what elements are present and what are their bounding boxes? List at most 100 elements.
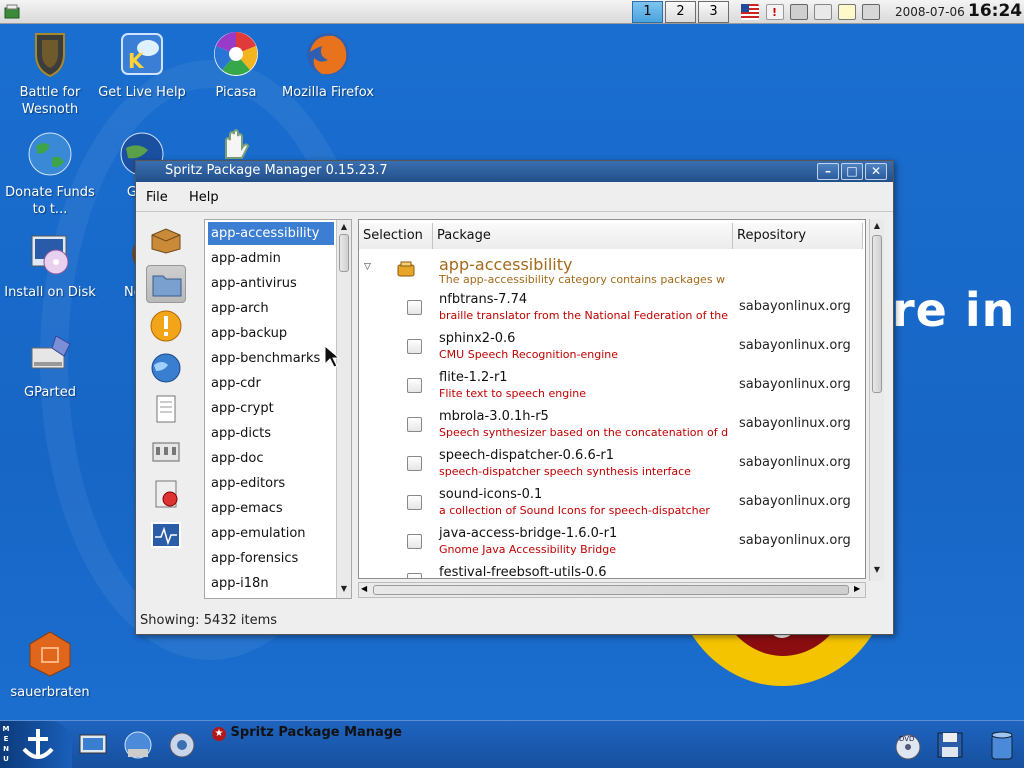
workspace-3[interactable]: 3	[698, 1, 729, 23]
workspace-2[interactable]: 2	[665, 1, 696, 23]
svg-text:K: K	[128, 49, 145, 73]
category-item[interactable]: app-forensics	[208, 547, 334, 570]
package-checkbox[interactable]	[407, 417, 422, 432]
view-updates-button[interactable]	[146, 307, 186, 345]
view-monitor-button[interactable]	[146, 517, 186, 555]
show-desktop-icon[interactable]	[78, 729, 110, 761]
desktop-icon-donate[interactable]: Donate Funds to t...	[2, 130, 98, 218]
desktop-icon-live-help[interactable]: K Get Live Help	[94, 30, 190, 101]
package-row[interactable]: sound-icons-0.1 a collection of Sound Ic…	[359, 485, 865, 524]
desktop-icon-label: Mozilla Firefox	[282, 85, 374, 100]
category-item[interactable]: app-emulation	[208, 522, 334, 545]
scroll-right-arrow-icon[interactable]: ▶	[854, 584, 860, 593]
desktop-icon-sauerbraten[interactable]: sauerbraten	[2, 630, 98, 701]
category-item[interactable]: app-cdr	[208, 372, 334, 395]
package-row[interactable]: festival-freebsoft-utils-0.6	[359, 563, 865, 578]
package-hscrollbar[interactable]: ◀ ▶	[358, 582, 866, 598]
category-scrollbar[interactable]: ▲ ▼	[336, 220, 351, 598]
package-name: flite-1.2-r1	[439, 370, 508, 385]
package-row[interactable]: speech-dispatcher-0.6.6-r1 speech-dispat…	[359, 446, 865, 485]
package-name: mbrola-3.0.1h-r5	[439, 409, 549, 424]
scroll-up-arrow-icon[interactable]: ▲	[339, 222, 349, 231]
category-item[interactable]: app-arch	[208, 297, 334, 320]
dvd-drive-icon[interactable]: DVD	[892, 729, 924, 761]
column-header-selection[interactable]: Selection	[359, 223, 433, 249]
package-row[interactable]: java-access-bridge-1.6.0-r1 Gnome Java A…	[359, 524, 865, 563]
mouse-cursor-icon	[324, 344, 341, 373]
settings-gear-icon[interactable]	[166, 729, 198, 761]
column-header-repository[interactable]: Repository	[733, 223, 863, 249]
package-checkbox[interactable]	[407, 339, 422, 354]
category-item[interactable]: app-doc	[208, 447, 334, 470]
window-title: Spritz Package Manager 0.15.23.7	[165, 163, 388, 178]
desktop-icon-gparted[interactable]: GParted	[2, 330, 98, 401]
desktop-icon-install[interactable]: Install on Disk	[2, 230, 98, 301]
package-row[interactable]: flite-1.2-r1 Flite text to speech engine…	[359, 368, 865, 407]
package-description: a collection of Sound Icons for speech-d…	[439, 504, 710, 517]
taskbar-item-spritz[interactable]: ★ Spritz Package Manage	[212, 725, 402, 747]
firefox-icon	[304, 30, 352, 78]
scroll-left-arrow-icon[interactable]: ◀	[361, 584, 367, 593]
panel-launcher-icon[interactable]	[4, 3, 22, 21]
category-item[interactable]: app-i18n	[208, 572, 334, 595]
view-queue-button[interactable]	[146, 391, 186, 429]
package-checkbox[interactable]	[407, 300, 422, 315]
trash-can-icon[interactable]	[986, 729, 1018, 761]
view-categories-button[interactable]	[146, 265, 186, 303]
package-scrollbar[interactable]: ▲ ▼	[869, 219, 884, 581]
expander-arrow-icon[interactable]: ▽	[364, 262, 371, 272]
package-checkbox[interactable]	[407, 573, 422, 578]
lock-icon[interactable]	[790, 4, 808, 20]
category-item[interactable]: app-backup	[208, 322, 334, 345]
desktop-icon-picasa[interactable]: Picasa	[188, 30, 284, 101]
package-checkbox[interactable]	[407, 456, 422, 471]
category-item[interactable]: app-dicts	[208, 422, 334, 445]
column-header-package[interactable]: Package	[433, 223, 733, 249]
keyboard-tray-icon	[152, 442, 180, 462]
category-item[interactable]: app-antivirus	[208, 272, 334, 295]
desktop-icon-wesnoth[interactable]: Battle for Wesnoth	[2, 30, 98, 118]
desktop-icon-firefox[interactable]: Mozilla Firefox	[280, 30, 376, 101]
hscroll-thumb[interactable]	[373, 585, 849, 595]
category-item[interactable]: app-accessibility	[208, 222, 334, 245]
package-checkbox[interactable]	[407, 378, 422, 393]
category-item[interactable]: app-benchmarks	[208, 347, 334, 370]
category-item[interactable]: app-crypt	[208, 397, 334, 420]
category-item[interactable]: app-editors	[208, 472, 334, 495]
screen-icon[interactable]	[814, 4, 832, 20]
view-install-button[interactable]	[146, 433, 186, 471]
clock-time[interactable]: 16:24	[968, 1, 1022, 21]
maximize-button[interactable]: □	[841, 163, 863, 180]
view-packages-button[interactable]	[146, 219, 186, 257]
view-repositories-button[interactable]	[146, 349, 186, 387]
floppy-save-icon[interactable]	[934, 729, 966, 761]
package-checkbox[interactable]	[407, 495, 422, 510]
menu-help[interactable]: Help	[189, 190, 219, 205]
scroll-down-arrow-icon[interactable]: ▼	[339, 584, 349, 593]
scroll-down-arrow-icon[interactable]: ▼	[872, 565, 882, 574]
package-row[interactable]: sphinx2-0.6 CMU Speech Recognition-engin…	[359, 329, 865, 368]
group-description: The app-accessibility category contains …	[439, 273, 726, 286]
keyboard-layout-flag-icon[interactable]	[741, 4, 759, 20]
minimize-button[interactable]: –	[817, 163, 839, 180]
network-tray-icon[interactable]	[862, 4, 880, 20]
network-globe-icon[interactable]	[122, 729, 154, 761]
category-item[interactable]: app-emacs	[208, 497, 334, 520]
scroll-thumb[interactable]	[872, 235, 882, 393]
workspace-1[interactable]: 1	[632, 1, 663, 23]
scroll-thumb[interactable]	[339, 234, 349, 272]
category-item[interactable]: app-admin	[208, 247, 334, 270]
spritz-window: Spritz Package Manager 0.15.23.7 – □ ✕ F…	[135, 160, 894, 635]
package-row[interactable]: nfbtrans-7.74 braille translator from th…	[359, 290, 865, 329]
window-titlebar[interactable]: Spritz Package Manager 0.15.23.7 – □ ✕	[136, 161, 893, 182]
view-disk-button[interactable]	[146, 475, 186, 513]
package-row[interactable]: mbrola-3.0.1h-r5 Speech synthesizer base…	[359, 407, 865, 446]
notes-icon[interactable]	[838, 4, 856, 20]
scroll-up-arrow-icon[interactable]: ▲	[872, 221, 882, 230]
package-checkbox[interactable]	[407, 534, 422, 549]
update-notifier-icon[interactable]: !	[766, 4, 784, 20]
menu-file[interactable]: File	[146, 190, 168, 205]
close-button[interactable]: ✕	[865, 163, 887, 180]
main-menu-button[interactable]: MENU	[0, 721, 72, 768]
install-disk-icon	[26, 230, 74, 278]
